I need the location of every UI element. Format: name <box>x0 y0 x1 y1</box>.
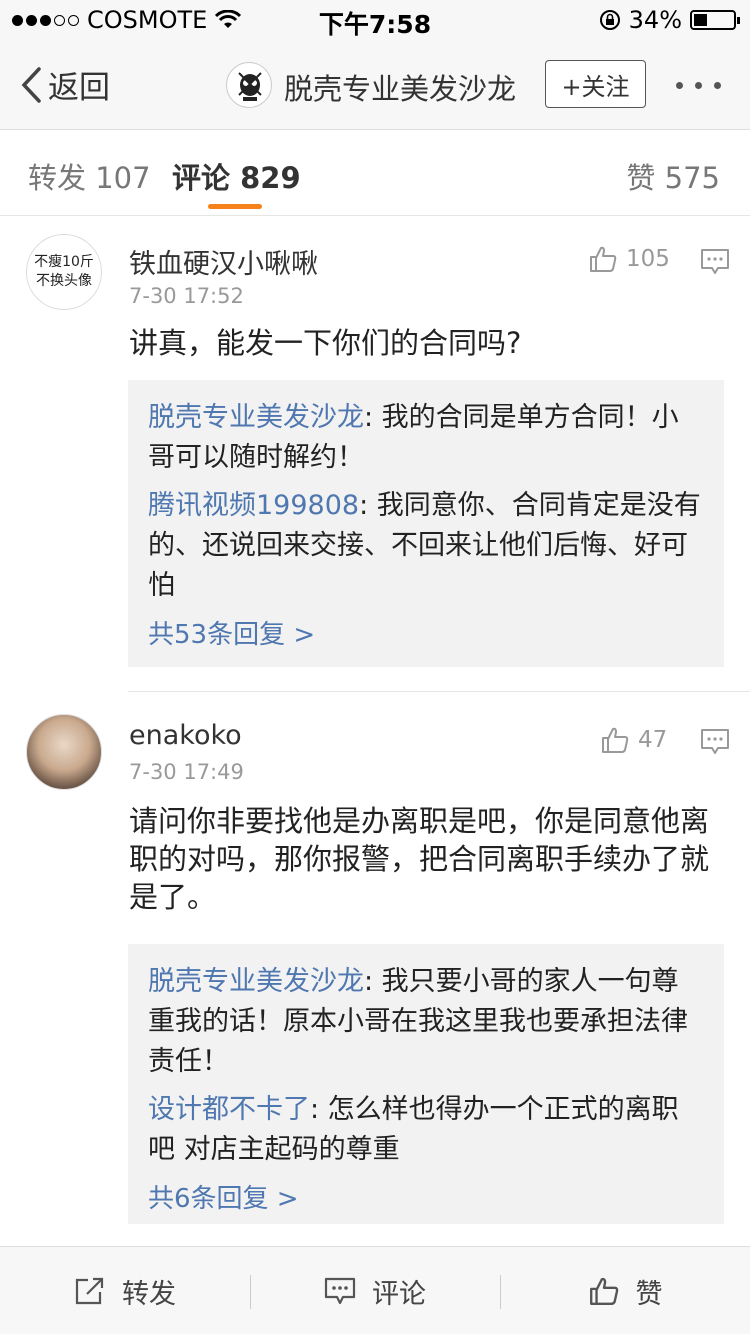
comment-item: enakoko 7-30 17:49 47 请问你非要找他是办离职是吧，你是同意… <box>0 692 750 1242</box>
reply-comment-icon[interactable] <box>700 248 730 276</box>
back-button[interactable]: 返回 <box>20 62 110 107</box>
comment-text: 请问你非要找他是办离职是吧，你是同意他离职的对吗，那你报警，把合同离职手续办了就… <box>129 804 710 914</box>
reply-author[interactable]: 腾讯视频199808 <box>148 490 359 521</box>
tab-comment-count: 829 <box>240 161 301 195</box>
chevron-left-icon <box>21 66 41 103</box>
more-options-icon[interactable] <box>676 82 721 89</box>
comment-button[interactable]: 评论 <box>250 1247 500 1335</box>
repost-label: 转发 <box>122 1278 176 1310</box>
avatar-text: 不瘦10斤 <box>34 254 94 270</box>
page-title: 脱壳专业美发沙龙 <box>284 72 517 106</box>
view-all-replies-link[interactable]: 共53条回复 > <box>148 614 704 651</box>
tab-repost[interactable]: 转发 107 <box>28 155 151 197</box>
comment-label: 评论 <box>372 1278 426 1310</box>
reply-author[interactable]: 脱壳专业美发沙龙 <box>148 402 364 433</box>
reply-thread: 脱壳专业美发沙龙: 我的合同是单方合同！小哥可以随时解约！ 腾讯视频199808… <box>128 380 724 667</box>
thumbs-up-icon <box>589 1277 618 1305</box>
status-bar: COSMOTE 下午7:58 34% <box>0 0 750 40</box>
like-count: 105 <box>626 246 670 272</box>
tab-repost-label: 转发 <box>28 161 87 195</box>
avatar[interactable]: 不瘦10斤 不换头像 <box>26 234 102 310</box>
rotation-lock-icon <box>599 10 620 30</box>
repost-button[interactable]: 转发 <box>0 1247 250 1335</box>
like-count: 47 <box>638 727 668 753</box>
tab-like-count: 575 <box>664 161 720 195</box>
avatar-text: 不换头像 <box>36 273 92 289</box>
view-all-replies-link[interactable]: 共6条回复 > <box>148 1178 704 1215</box>
battery-percent: 34% <box>628 6 682 34</box>
tab-like-label: 赞 <box>626 161 656 195</box>
reply-author[interactable]: 设计都不卡了 <box>148 1094 310 1125</box>
reply-author[interactable]: 脱壳专业美发沙龙 <box>148 966 364 997</box>
detail-tabs: 转发 107 评论 829 赞 575 <box>0 131 750 216</box>
comment-text: 讲真，能发一下你们的合同吗? <box>129 326 522 360</box>
tab-like[interactable]: 赞 575 <box>626 155 720 197</box>
reply-item: 脱壳专业美发沙龙: 我的合同是单方合同！小哥可以随时解约！ <box>148 398 704 478</box>
share-icon <box>75 1277 104 1305</box>
bottom-toolbar: 转发 评论 赞 <box>0 1246 750 1334</box>
tab-repost-count: 107 <box>95 161 151 195</box>
like-button[interactable]: 47 <box>600 725 667 755</box>
thumbs-up-icon <box>602 727 629 753</box>
battery-icon <box>690 10 740 30</box>
reply-comment-icon[interactable] <box>700 728 730 756</box>
comment-time: 7-30 17:49 <box>129 760 244 784</box>
tab-comment[interactable]: 评论 829 <box>172 155 301 197</box>
reply-item: 脱壳专业美发沙龙: 我只要小哥的家人一句尊重我的话！原本小哥在我这里我也要承担法… <box>148 962 704 1082</box>
follow-button[interactable]: +关注 <box>545 60 646 108</box>
like-post-button[interactable]: 赞 <box>500 1247 750 1335</box>
navigation-bar: 返回 脱壳专业美发沙龙 +关注 <box>0 40 750 130</box>
like-label: 赞 <box>635 1278 663 1310</box>
comment-time: 7-30 17:52 <box>129 284 244 308</box>
tab-comment-label: 评论 <box>172 161 231 195</box>
account-avatar[interactable] <box>226 62 272 108</box>
reply-item: 腾讯视频199808: 我同意你、合同肯定是没有的、还说回来交接、不回来让他们后… <box>148 486 704 606</box>
back-label: 返回 <box>48 70 110 106</box>
reply-item: 设计都不卡了: 怎么样也得办一个正式的离职吧 对店主起码的尊重 <box>148 1090 704 1170</box>
comment-item: 不瘦10斤 不换头像 铁血硬汉小啾啾 7-30 17:52 105 讲真，能发一… <box>0 216 750 691</box>
avatar[interactable] <box>26 714 102 790</box>
skull-logo-icon <box>238 72 262 101</box>
comment-author[interactable]: enakoko <box>129 720 242 751</box>
like-button[interactable]: 105 <box>588 244 670 274</box>
comment-author[interactable]: 铁血硬汉小啾啾 <box>129 242 318 281</box>
active-tab-indicator <box>208 204 262 209</box>
reply-thread: 脱壳专业美发沙龙: 我只要小哥的家人一句尊重我的话！原本小哥在我这里我也要承担法… <box>128 944 724 1224</box>
thumbs-up-icon <box>590 246 617 272</box>
comment-icon <box>324 1277 356 1305</box>
